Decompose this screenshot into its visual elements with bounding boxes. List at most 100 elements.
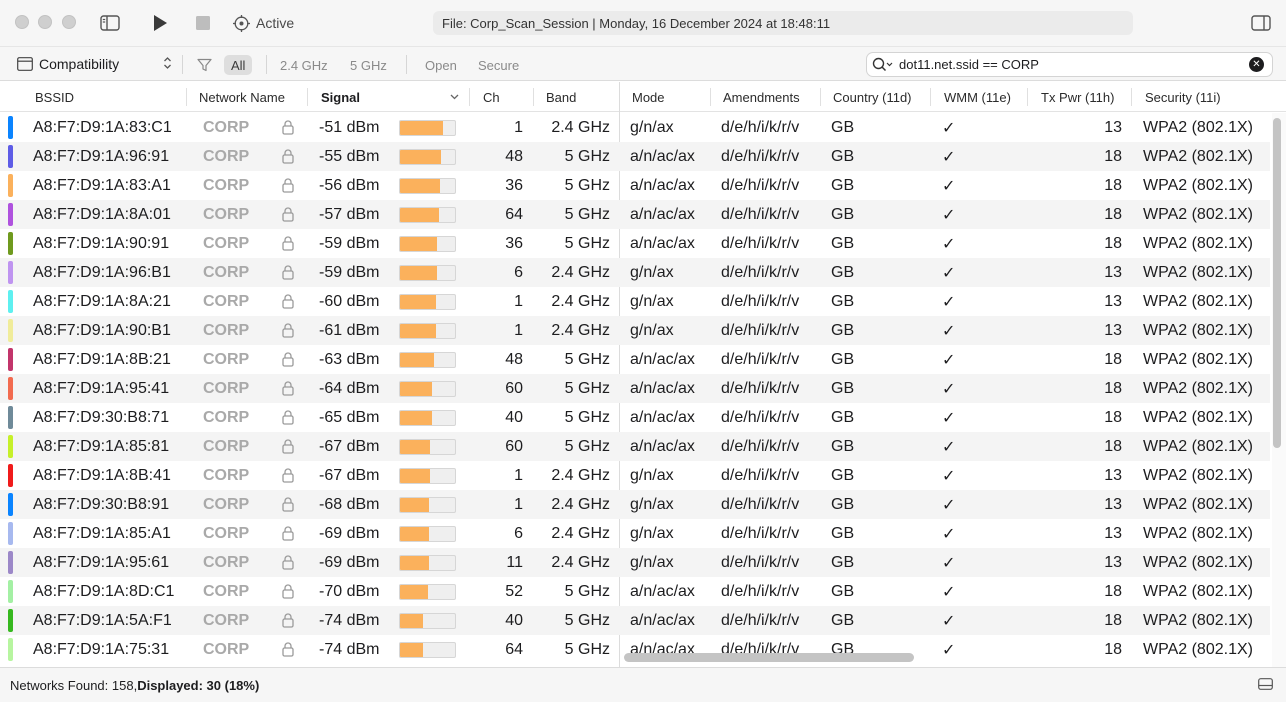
wmm-check-icon: ✓ — [942, 496, 956, 514]
network-color-swatch — [8, 377, 13, 400]
minimize-window-button[interactable] — [38, 15, 52, 29]
table-row[interactable]: A8:F7:D9:1A:8A:01 CORP -57 dBm 64 5 GHz a/n/a… — [0, 200, 1270, 229]
clear-search-icon[interactable]: ✕ — [1249, 57, 1264, 72]
table-row[interactable]: A8:F7:D9:1A:83:C1 CORP -51 dBm 1 2.4 GHz g/n/… — [0, 113, 1270, 142]
column-header-mode[interactable]: Mode — [632, 82, 665, 112]
table-header: BSSID Network Name Signal Ch Band Mode A… — [0, 82, 1286, 112]
wmm-check-icon: ✓ — [942, 583, 956, 601]
table-row[interactable]: A8:F7:D9:1A:85:A1 CORP -69 dBm 6 2.4 GHz g/n/… — [0, 519, 1270, 548]
view-select[interactable]: Compatibility — [17, 54, 172, 74]
filter-5ghz-button[interactable]: 5 GHz — [343, 55, 394, 75]
filter-24ghz-button[interactable]: 2.4 GHz — [273, 55, 335, 75]
lock-icon — [282, 635, 294, 664]
signal-cell: -68 dBm — [319, 495, 380, 513]
mode-cell: a/n/ac/ax — [630, 176, 695, 194]
signal-strength-bar — [399, 323, 456, 339]
column-header-tx-pwr[interactable]: Tx Pwr (11h) — [1041, 82, 1114, 112]
networks-displayed-text: Displayed: 30 (18%) — [137, 677, 260, 693]
column-header-wmm[interactable]: WMM (11e) — [944, 82, 1011, 112]
table-row[interactable]: A8:F7:D9:1A:8B:21 CORP -63 dBm 48 5 GHz a/n/a… — [0, 345, 1270, 374]
signal-strength-fill — [400, 643, 424, 657]
channel-cell: 11 — [506, 553, 523, 571]
table-row[interactable]: A8:F7:D9:1A:5A:F1 CORP -74 dBm 40 5 GHz a/n/a… — [0, 606, 1270, 635]
mode-cell: a/n/ac/ax — [630, 379, 695, 397]
tx-power-cell: 18 — [1104, 582, 1122, 600]
sidebar-toggle-icon[interactable] — [99, 13, 121, 33]
column-divider[interactable] — [307, 88, 308, 106]
horizontal-scroll-thumb[interactable] — [624, 653, 914, 662]
column-header-security[interactable]: Security (11i) — [1145, 82, 1221, 112]
column-divider[interactable] — [710, 88, 711, 106]
filter-all-button[interactable]: All — [224, 55, 253, 75]
column-divider[interactable] — [930, 88, 931, 106]
table-row[interactable]: A8:F7:D9:1A:8D:C1 CORP -70 dBm 52 5 GHz a/n/a… — [0, 577, 1270, 606]
filter-secure-button[interactable]: Secure — [471, 55, 526, 75]
band-cell: 5 GHz — [564, 640, 610, 658]
column-divider[interactable] — [1027, 88, 1028, 106]
column-header-bssid[interactable]: BSSID — [35, 82, 74, 112]
amendments-cell: d/e/h/i/k/r/v — [721, 350, 800, 368]
table-row[interactable]: A8:F7:D9:1A:96:B1 CORP -59 dBm 6 2.4 GHz g/n/… — [0, 258, 1270, 287]
band-cell: 2.4 GHz — [551, 118, 610, 136]
table-row[interactable]: A8:F7:D9:30:B8:71 CORP -65 dBm 40 5 GHz a/n/a… — [0, 403, 1270, 432]
table-row[interactable]: A8:F7:D9:1A:90:91 CORP -59 dBm 36 5 GHz a/n/a… — [0, 229, 1270, 258]
amendments-cell: d/e/h/i/k/r/v — [721, 582, 800, 600]
play-icon[interactable] — [150, 13, 170, 33]
country-cell: GB — [831, 437, 855, 455]
column-divider[interactable] — [533, 88, 534, 106]
signal-cell: -69 dBm — [319, 524, 380, 542]
column-divider[interactable] — [469, 88, 470, 106]
signal-strength-bar — [399, 410, 456, 426]
signal-strength-fill — [400, 150, 441, 164]
network-name-cell: CORP — [203, 582, 250, 600]
channel-cell: 6 — [514, 524, 523, 542]
column-divider[interactable] — [186, 88, 187, 106]
table-row[interactable]: A8:F7:D9:1A:95:61 CORP -69 dBm 11 2.4 GHz g/n… — [0, 548, 1270, 577]
column-header-ch[interactable]: Ch — [483, 82, 500, 112]
band-cell: 2.4 GHz — [551, 263, 610, 281]
mode-cell: a/n/ac/ax — [630, 408, 695, 426]
column-header-amendments[interactable]: Amendments — [723, 82, 800, 112]
sort-descending-icon[interactable] — [449, 93, 459, 101]
band-cell: 5 GHz — [564, 437, 610, 455]
filter-open-button[interactable]: Open — [418, 55, 464, 75]
inspector-toggle-icon[interactable] — [1250, 13, 1272, 33]
bottom-panel-toggle-icon[interactable] — [1257, 677, 1273, 691]
lock-icon — [282, 374, 294, 403]
stop-icon[interactable] — [193, 13, 213, 33]
wmm-check-icon: ✓ — [942, 206, 956, 224]
column-header-network-name[interactable]: Network Name — [199, 82, 285, 112]
filter-icon[interactable] — [195, 56, 213, 74]
table-row[interactable]: A8:F7:D9:1A:96:91 CORP -55 dBm 48 5 GHz a/n/a… — [0, 142, 1270, 171]
active-status[interactable]: Active — [233, 13, 294, 33]
table-row[interactable]: A8:F7:D9:30:B8:91 CORP -68 dBm 1 2.4 GHz g/n/… — [0, 490, 1270, 519]
toolbar-divider — [406, 55, 407, 74]
column-header-signal[interactable]: Signal — [321, 82, 360, 112]
search-input[interactable]: dot11.net.ssid == CORP — [899, 57, 1249, 72]
close-window-button[interactable] — [15, 15, 29, 29]
signal-strength-bar — [399, 178, 456, 194]
column-header-country[interactable]: Country (11d) — [833, 82, 912, 112]
tx-power-cell: 18 — [1104, 640, 1122, 658]
lock-icon — [282, 432, 294, 461]
column-divider[interactable] — [820, 88, 821, 106]
network-color-swatch — [8, 638, 13, 661]
search-field[interactable]: dot11.net.ssid == CORP ✕ — [866, 52, 1273, 77]
security-cell: WPA2 (802.1X) — [1143, 379, 1253, 397]
vertical-scroll-thumb[interactable] — [1273, 118, 1281, 448]
table-row[interactable]: A8:F7:D9:1A:95:41 CORP -64 dBm 60 5 GHz a/n/a… — [0, 374, 1270, 403]
table-row[interactable]: A8:F7:D9:1A:8A:21 CORP -60 dBm 1 2.4 GHz g/n/… — [0, 287, 1270, 316]
table-row[interactable]: A8:F7:D9:1A:8B:41 CORP -67 dBm 1 2.4 GHz g/n/… — [0, 461, 1270, 490]
table-row[interactable]: A8:F7:D9:1A:83:A1 CORP -56 dBm 36 5 GHz a/n/a… — [0, 171, 1270, 200]
amendments-cell: d/e/h/i/k/r/v — [721, 611, 800, 629]
table-row[interactable]: A8:F7:D9:1A:90:B1 CORP -61 dBm 1 2.4 GHz g/n/… — [0, 316, 1270, 345]
wmm-check-icon: ✓ — [942, 409, 956, 427]
table-row[interactable]: A8:F7:D9:1A:85:81 CORP -67 dBm 60 5 GHz a/n/a… — [0, 432, 1270, 461]
column-header-band[interactable]: Band — [546, 82, 576, 112]
column-divider[interactable] — [1131, 88, 1132, 106]
channel-cell: 48 — [505, 147, 523, 165]
zoom-window-button[interactable] — [62, 15, 76, 29]
country-cell: GB — [831, 350, 855, 368]
wmm-check-icon: ✓ — [942, 438, 956, 456]
signal-strength-bar — [399, 236, 456, 252]
